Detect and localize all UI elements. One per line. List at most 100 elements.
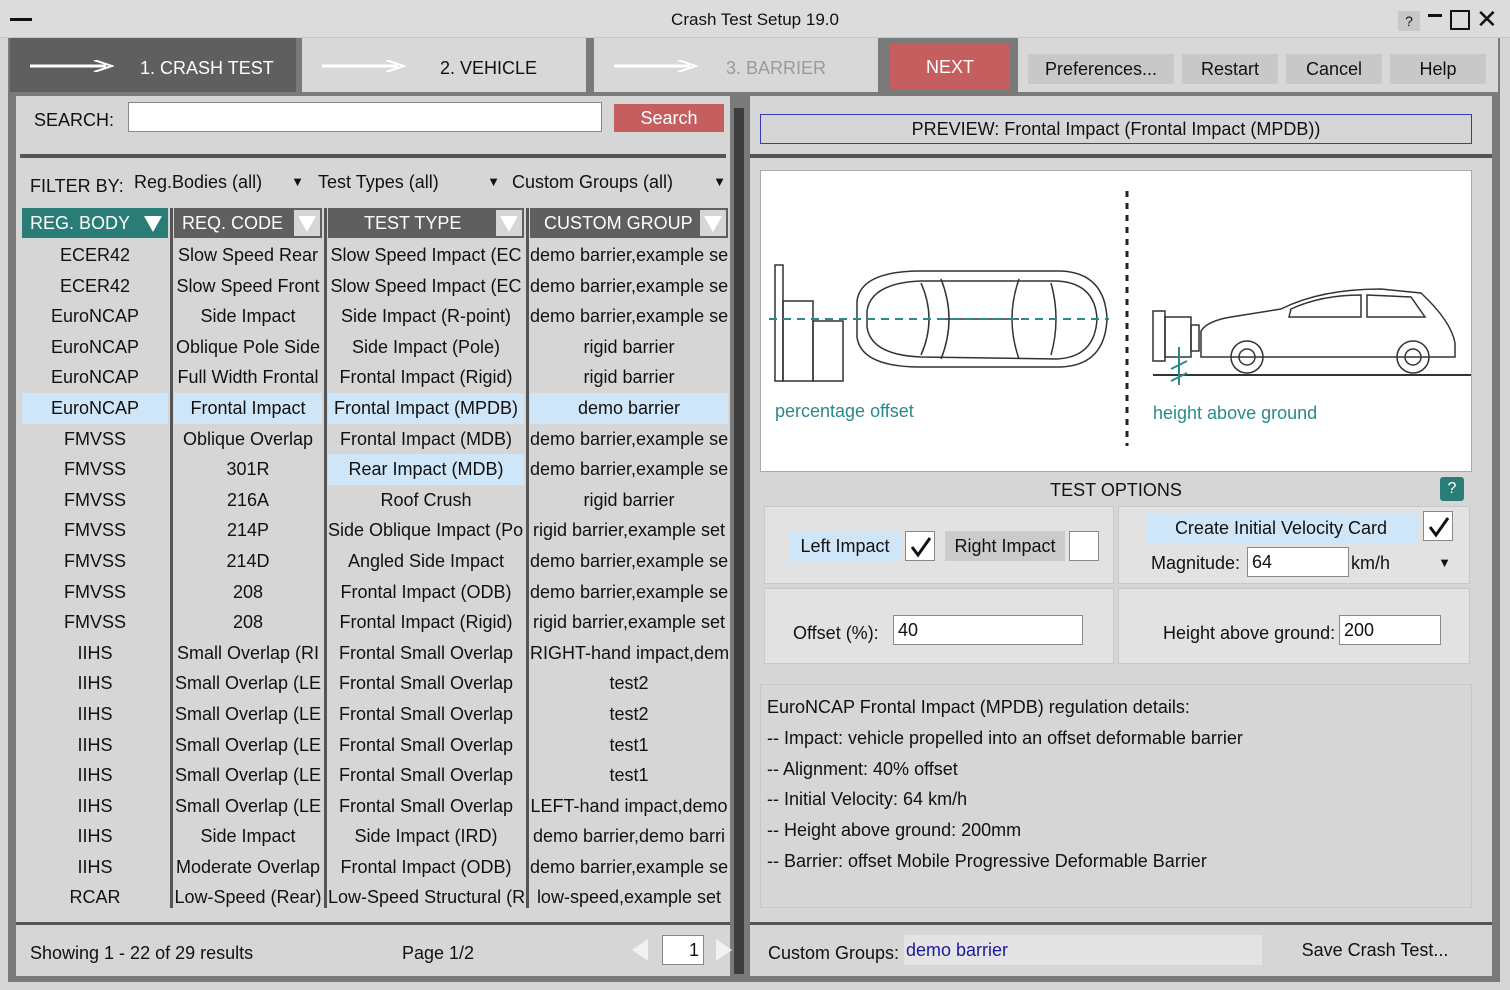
test-type-cell[interactable]: Frontal Impact (MDB): [328, 424, 524, 455]
cancel-button[interactable]: Cancel: [1286, 54, 1382, 84]
custom-group-cell[interactable]: RIGHT-hand impact,dem: [530, 638, 728, 669]
column-filter-icon[interactable]: [700, 210, 726, 236]
reg-body-cell[interactable]: FMVSS: [22, 515, 168, 546]
custom-group-cell[interactable]: rigid barrier: [530, 332, 728, 363]
column-filter-icon[interactable]: [294, 210, 320, 236]
test-type-cell[interactable]: Frontal Small Overlap: [328, 668, 524, 699]
right-impact-checkbox[interactable]: [1069, 531, 1099, 561]
column-divider[interactable]: [526, 208, 529, 908]
reg-body-cell[interactable]: IIHS: [22, 668, 168, 699]
custom-group-cell[interactable]: demo barrier,example se: [530, 454, 728, 485]
custom-group-cell[interactable]: demo barrier,example se: [530, 240, 728, 271]
reg-bodies-dropdown[interactable]: Reg.Bodies (all) ▼: [134, 166, 308, 198]
custom-group-cell[interactable]: rigid barrier: [530, 485, 728, 516]
column-header-test-type[interactable]: TEST TYPE: [328, 208, 524, 238]
tab-vehicle[interactable]: 2. VEHICLE: [302, 38, 586, 92]
left-impact-label[interactable]: Left Impact: [789, 531, 901, 561]
reg-body-cell[interactable]: RCAR: [22, 882, 168, 913]
reg-body-cell[interactable]: FMVSS: [22, 485, 168, 516]
magnitude-input[interactable]: 64: [1247, 547, 1349, 577]
req-code-cell[interactable]: Small Overlap (LE: [174, 699, 322, 730]
reg-body-cell[interactable]: FMVSS: [22, 454, 168, 485]
req-code-cell[interactable]: Side Impact: [174, 821, 322, 852]
req-code-cell[interactable]: 208: [174, 607, 322, 638]
test-type-cell[interactable]: Roof Crush: [328, 485, 524, 516]
custom-group-cell[interactable]: low-speed,example set: [530, 882, 728, 913]
reg-body-cell[interactable]: ECER42: [22, 240, 168, 271]
window-help-button[interactable]: ?: [1398, 11, 1420, 31]
req-code-cell[interactable]: 208: [174, 577, 322, 608]
reg-body-cell[interactable]: EuroNCAP: [22, 332, 168, 363]
req-code-cell[interactable]: Small Overlap (LE: [174, 730, 322, 761]
reg-body-cell[interactable]: EuroNCAP: [22, 392, 168, 424]
options-help-icon[interactable]: ?: [1440, 477, 1464, 501]
reg-body-cell[interactable]: IIHS: [22, 852, 168, 883]
test-type-cell[interactable]: Frontal Impact (Rigid): [328, 607, 524, 638]
custom-group-cell[interactable]: demo barrier,example se: [530, 424, 728, 455]
left-impact-checkbox[interactable]: [905, 531, 935, 561]
help-button[interactable]: Help: [1390, 54, 1486, 84]
reg-body-cell[interactable]: IIHS: [22, 760, 168, 791]
custom-group-cell[interactable]: demo barrier,example se: [530, 546, 728, 577]
next-page-icon[interactable]: [712, 935, 736, 965]
panel-splitter[interactable]: [734, 108, 744, 974]
test-type-cell[interactable]: Frontal Impact (ODB): [328, 852, 524, 883]
restart-button[interactable]: Restart: [1182, 54, 1278, 84]
req-code-cell[interactable]: Small Overlap (LE: [174, 760, 322, 791]
reg-body-cell[interactable]: IIHS: [22, 638, 168, 669]
close-icon[interactable]: ✕: [1476, 6, 1498, 32]
reg-body-cell[interactable]: ECER42: [22, 271, 168, 302]
custom-group-cell[interactable]: test1: [530, 730, 728, 761]
custom-group-cell[interactable]: rigid barrier,example set: [530, 515, 728, 546]
test-type-cell[interactable]: Frontal Small Overlap: [328, 760, 524, 791]
req-code-cell[interactable]: Frontal Impact: [174, 392, 322, 424]
test-type-cell[interactable]: Frontal Impact (MPDB): [328, 392, 524, 424]
custom-group-cell[interactable]: demo barrier: [530, 392, 728, 424]
reg-body-cell[interactable]: FMVSS: [22, 546, 168, 577]
req-code-cell[interactable]: Side Impact: [174, 301, 322, 332]
column-filter-icon[interactable]: [496, 210, 522, 236]
custom-group-cell[interactable]: rigid barrier,example set: [530, 607, 728, 638]
test-type-cell[interactable]: Frontal Impact (Rigid): [328, 362, 524, 393]
req-code-cell[interactable]: Small Overlap (LE: [174, 791, 322, 822]
column-header-custom-group[interactable]: CUSTOM GROUP: [530, 208, 728, 238]
test-type-cell[interactable]: Frontal Small Overlap: [328, 791, 524, 822]
next-button[interactable]: NEXT: [890, 44, 1010, 90]
req-code-cell[interactable]: Full Width Frontal: [174, 362, 322, 393]
req-code-cell[interactable]: Slow Speed Rear: [174, 240, 322, 271]
reg-body-cell[interactable]: IIHS: [22, 821, 168, 852]
previous-page-icon[interactable]: [628, 935, 652, 965]
custom-group-cell[interactable]: demo barrier,example se: [530, 577, 728, 608]
req-code-cell[interactable]: 214D: [174, 546, 322, 577]
req-code-cell[interactable]: 216A: [174, 485, 322, 516]
reg-body-cell[interactable]: IIHS: [22, 791, 168, 822]
column-header-req-code[interactable]: REQ. CODE: [174, 208, 322, 238]
search-input[interactable]: [128, 102, 602, 132]
tab-crash-test[interactable]: 1. CRASH TEST: [10, 38, 296, 92]
test-type-cell[interactable]: Side Impact (R-point): [328, 301, 524, 332]
custom-group-cell[interactable]: test2: [530, 699, 728, 730]
test-types-dropdown[interactable]: Test Types (all) ▼: [318, 166, 504, 198]
test-type-cell[interactable]: Side Impact (IRD): [328, 821, 524, 852]
test-type-cell[interactable]: Side Oblique Impact (Pol: [328, 515, 524, 546]
test-type-cell[interactable]: Frontal Small Overlap: [328, 730, 524, 761]
req-code-cell[interactable]: 301R: [174, 454, 322, 485]
maximize-icon[interactable]: [1450, 10, 1470, 30]
custom-group-cell[interactable]: LEFT-hand impact,demo: [530, 791, 728, 822]
custom-groups-dropdown[interactable]: Custom Groups (all) ▼: [512, 166, 730, 198]
custom-group-cell[interactable]: rigid barrier: [530, 362, 728, 393]
test-type-cell[interactable]: Slow Speed Impact (EC: [328, 240, 524, 271]
custom-groups-field[interactable]: demo barrier: [904, 935, 1262, 965]
reg-body-cell[interactable]: EuroNCAP: [22, 301, 168, 332]
req-code-cell[interactable]: Small Overlap (LE: [174, 668, 322, 699]
req-code-cell[interactable]: Oblique Overlap: [174, 424, 322, 455]
create-velocity-checkbox[interactable]: [1423, 511, 1453, 541]
unit-dropdown[interactable]: km/h ▼: [1351, 553, 1451, 574]
right-impact-label[interactable]: Right Impact: [945, 531, 1065, 561]
tab-barrier[interactable]: 3. BARRIER: [594, 38, 878, 92]
column-divider[interactable]: [170, 208, 173, 908]
preferences-button[interactable]: Preferences...: [1028, 54, 1174, 84]
reg-body-cell[interactable]: FMVSS: [22, 577, 168, 608]
save-crash-test-button[interactable]: Save Crash Test...: [1290, 935, 1460, 965]
test-type-cell[interactable]: Side Impact (Pole): [328, 332, 524, 363]
